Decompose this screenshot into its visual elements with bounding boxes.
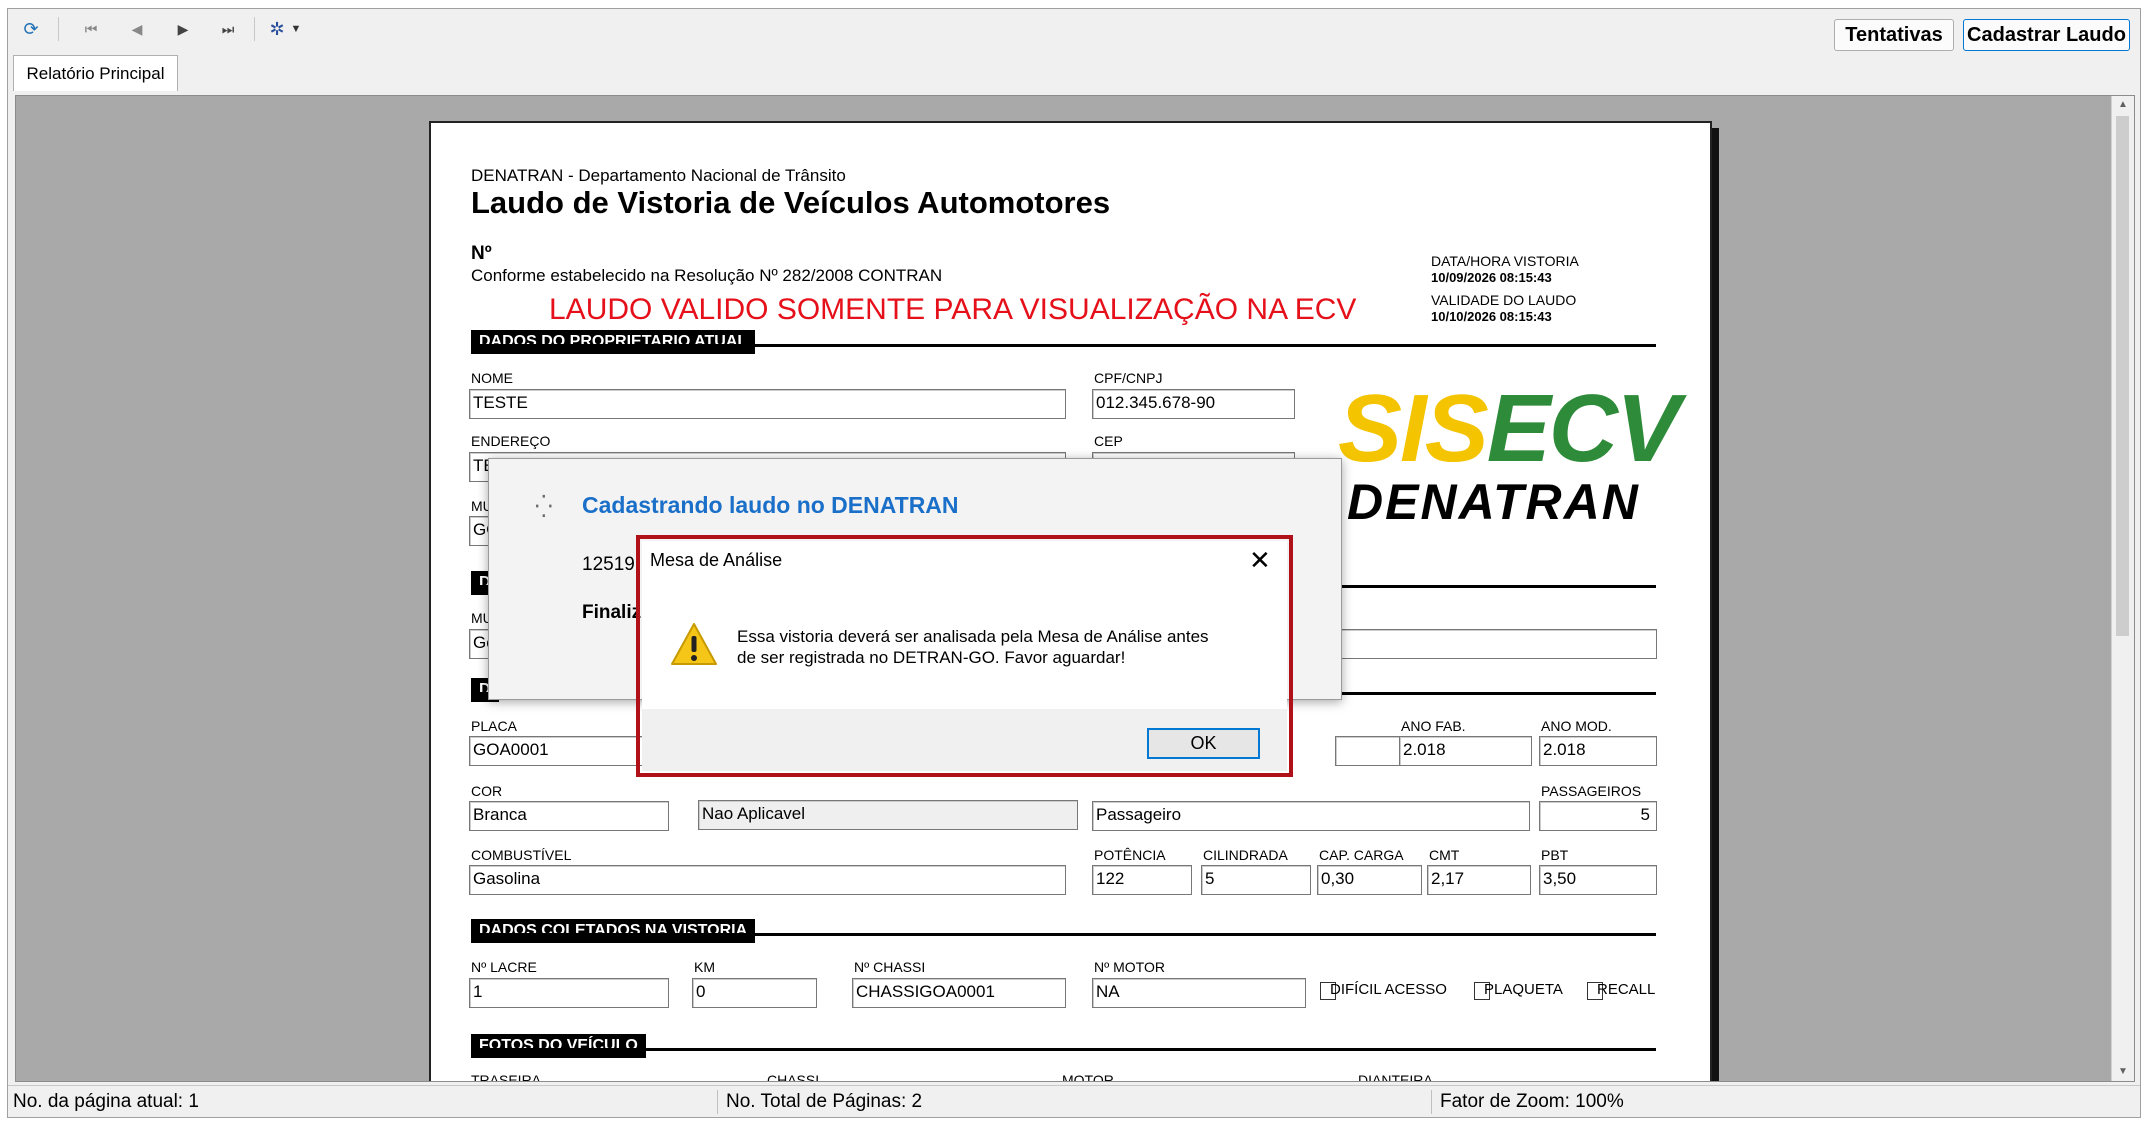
passageiros-label: PASSAGEIROS (1541, 783, 1642, 799)
message-box-title: Mesa de Análise (650, 550, 783, 570)
section-coletados: DADOS COLETADOS NA VISTORIA (471, 919, 756, 943)
foto-traseira-label: TRASEIRA (471, 1072, 542, 1082)
data-hora-value: 10/09/2026 08:15:43 (1431, 270, 1552, 285)
tentativas-button[interactable]: Tentativas (1834, 19, 1954, 51)
sisecv-logo: SISECV (1338, 375, 1680, 482)
status-bar: No. da página atual: 1 No. Total de Pági… (8, 1085, 2140, 1117)
data-hora-label: DATA/HORA VISTORIA (1431, 253, 1579, 269)
lacre-field: 1 (469, 978, 669, 1008)
ano-mod-field: 2.018 (1539, 736, 1657, 766)
spinner-icon: ⁛ (535, 494, 553, 519)
foto-chassi-label: CHASSI (767, 1072, 820, 1082)
progress-title: Cadastrando laudo no DENATRAN (582, 492, 959, 518)
motor-label: Nº MOTOR (1094, 959, 1165, 975)
scroll-down-icon[interactable]: ▼ (2115, 1063, 2131, 1081)
lacre-label: Nº LACRE (471, 959, 537, 975)
pbt-label: PBT (1541, 847, 1569, 863)
next-page-icon[interactable]: ▶ (168, 15, 198, 43)
section-fotos: FOTOS DO VEÍCULO (471, 1034, 646, 1058)
prev-page-icon[interactable]: ◀ (122, 15, 152, 43)
ano-fab-field: 2.018 (1399, 736, 1532, 766)
toolbar-separator (254, 17, 255, 41)
chevron-down-icon[interactable]: ▼ (288, 15, 304, 43)
section-rule (471, 933, 1656, 936)
conforme-text: Conforme estabelecido na Resolução Nº 28… (471, 266, 943, 285)
zoom-status: Fator de Zoom: 100% (1440, 1091, 1624, 1112)
cpf-label: CPF/CNPJ (1094, 370, 1163, 386)
numero-label: Nº (471, 243, 492, 264)
progress-number: 12519 (582, 554, 635, 575)
section-proprietario: DADOS DO PROPRIETARIO ATUAL (471, 330, 756, 354)
vertical-scrollbar[interactable]: ▲ ▼ (2111, 96, 2134, 1081)
org-name: DENATRAN - Departamento Nacional de Trân… (471, 166, 846, 185)
foto-motor-label: MOTOR (1062, 1072, 1114, 1082)
cpf-field: 012.345.678-90 (1092, 389, 1295, 419)
message-box-titlebar: Mesa de Análise ✕ (642, 541, 1287, 581)
message-line-1: Essa vistoria deverá ser analisada pela … (737, 627, 1209, 646)
section-rule (471, 1048, 1656, 1051)
placa-label: PLACA (471, 718, 517, 734)
chassi-field: CHASSIGOA0001 (852, 978, 1066, 1008)
first-page-icon[interactable]: ⏮ (76, 15, 106, 43)
pbt-field: 3,50 (1539, 865, 1657, 895)
tab-label: Relatório Principal (26, 63, 165, 83)
nome-field: TESTE (469, 389, 1066, 419)
denatran-logo-text: DENATRAN (1347, 474, 1640, 530)
warning-icon (671, 623, 717, 665)
ok-button[interactable]: OK (1147, 728, 1260, 759)
cmt-field: 2,17 (1427, 865, 1531, 895)
cadastrar-laudo-button[interactable]: Cadastrar Laudo (1963, 19, 2130, 51)
report-title: Laudo de Vistoria de Veículos Automotore… (471, 185, 1111, 220)
status-separator (1431, 1090, 1432, 1114)
total-pages-status: No. Total de Páginas: 2 (726, 1091, 923, 1112)
close-icon[interactable]: ✕ (1249, 545, 1271, 576)
progress-status: Finaliz (582, 602, 642, 623)
visualization-warning: LAUDO VALIDO SOMENTE PARA VISUALIZAÇÃO N… (549, 293, 1357, 326)
ano-mod-label: ANO MOD. (1541, 718, 1612, 734)
toolbar: ⟳ ⏮ ◀ ▶ ⏭ ✲ ▼ (8, 9, 1158, 49)
cor-label: COR (471, 783, 503, 799)
passageiros-field: 5 (1539, 801, 1657, 831)
cilindrada-label: CILINDRADA (1203, 847, 1288, 863)
recall-label: RECALL (1597, 981, 1656, 998)
status-separator (717, 1090, 718, 1114)
km-field: 0 (692, 978, 817, 1008)
current-page-status: No. da página atual: 1 (13, 1091, 199, 1112)
message-line-2: de ser registrada no DETRAN-GO. Favor ag… (737, 648, 1126, 667)
combustivel-label: COMBUSTÍVEL (471, 847, 572, 863)
chassi-label: Nº CHASSI (854, 959, 926, 975)
endereco2-field (1335, 629, 1657, 659)
combustivel-field: Gasolina (469, 865, 1066, 895)
carroceria-field: Nao Aplicavel (698, 800, 1078, 830)
dificil-acesso-label: DIFÍCIL ACESSO (1330, 981, 1447, 998)
scrollbar-thumb[interactable] (2116, 116, 2129, 636)
refresh-icon[interactable]: ⟳ (16, 15, 46, 43)
motor-field: NA (1092, 978, 1306, 1008)
tab-relatorio-principal[interactable]: Relatório Principal (13, 55, 178, 91)
toolbar-separator (58, 17, 59, 41)
foto-dianteira-label: DIANTEIRA (1358, 1072, 1433, 1082)
cor-field: Branca (469, 801, 669, 831)
km-label: KM (694, 959, 715, 975)
message-box: Mesa de Análise ✕ Essa vistoria deverá s… (642, 541, 1287, 771)
last-page-icon[interactable]: ⏭ (213, 15, 243, 43)
plaqueta-label: PLAQUETA (1484, 981, 1563, 998)
cep-label: CEP (1094, 433, 1123, 449)
potencia-label: POTÊNCIA (1094, 847, 1166, 863)
nome-label: NOME (471, 370, 513, 386)
potencia-field: 122 (1092, 865, 1192, 895)
cilindrada-field: 5 (1201, 865, 1311, 895)
section-rule (471, 344, 1656, 347)
ano-fab-label: ANO FAB. (1401, 718, 1466, 734)
especie-field: Passageiro (1092, 801, 1530, 831)
scroll-up-icon[interactable]: ▲ (2115, 96, 2131, 114)
validade-label: VALIDADE DO LAUDO (1431, 292, 1577, 308)
endereco-label: ENDEREÇO (471, 433, 551, 449)
validade-value: 10/10/2026 08:15:43 (1431, 309, 1552, 324)
cap-carga-label: CAP. CARGA (1319, 847, 1404, 863)
cap-carga-field: 0,30 (1317, 865, 1422, 895)
cmt-label: CMT (1429, 847, 1460, 863)
